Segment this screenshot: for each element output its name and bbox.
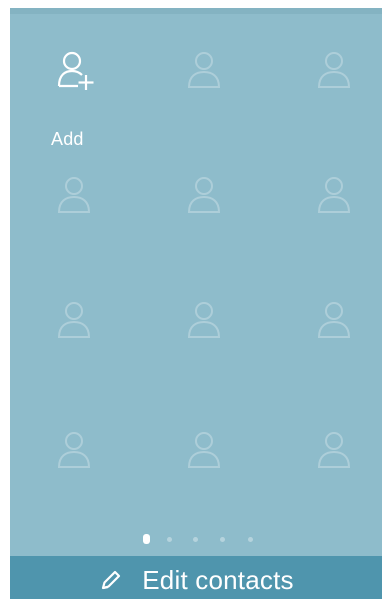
- contact-placeholder-icon: [187, 432, 221, 468]
- add-contact-icon: [57, 51, 94, 90]
- contact-slot[interactable]: [30, 298, 110, 398]
- contact-placeholder-icon: [317, 52, 351, 88]
- contact-slot[interactable]: [30, 173, 110, 273]
- contacts-grid: Add: [10, 8, 382, 528]
- contact-placeholder-icon: [317, 177, 351, 213]
- page-dot: [193, 537, 198, 542]
- contact-slot[interactable]: [160, 428, 240, 528]
- contact-placeholder-icon: [317, 302, 351, 338]
- page-dot: [167, 537, 172, 542]
- contact-placeholder-icon: [187, 52, 221, 88]
- contact-placeholder-icon: [187, 177, 221, 213]
- contact-slot[interactable]: [160, 48, 240, 148]
- edit-contacts-button[interactable]: Edit contacts: [10, 556, 382, 599]
- contact-placeholder-icon: [57, 302, 91, 338]
- contact-placeholder-icon: [57, 177, 91, 213]
- edit-contacts-label: Edit contacts: [142, 565, 294, 595]
- contact-slot[interactable]: [30, 428, 110, 528]
- contact-placeholder-icon: [57, 432, 91, 468]
- contacts-panel: Add Edit contacts: [10, 8, 382, 599]
- contact-placeholder-icon: [317, 432, 351, 468]
- page-dot: [220, 537, 225, 542]
- contact-slot[interactable]: [290, 298, 370, 398]
- contacts-widget-screen: Add Edit contacts: [0, 0, 382, 599]
- contact-slot[interactable]: [160, 298, 240, 398]
- page-dot: [248, 537, 253, 542]
- contact-placeholder-icon: [187, 302, 221, 338]
- contact-slot[interactable]: [290, 428, 370, 528]
- page-dot-active: [143, 534, 150, 544]
- add-contact-button[interactable]: Add: [30, 48, 110, 149]
- contact-slot[interactable]: [160, 173, 240, 273]
- add-label: Add: [51, 129, 84, 149]
- contact-slot[interactable]: [290, 48, 370, 148]
- contact-slot[interactable]: [290, 173, 370, 273]
- page-indicator: [10, 532, 382, 546]
- pencil-icon: [102, 570, 121, 589]
